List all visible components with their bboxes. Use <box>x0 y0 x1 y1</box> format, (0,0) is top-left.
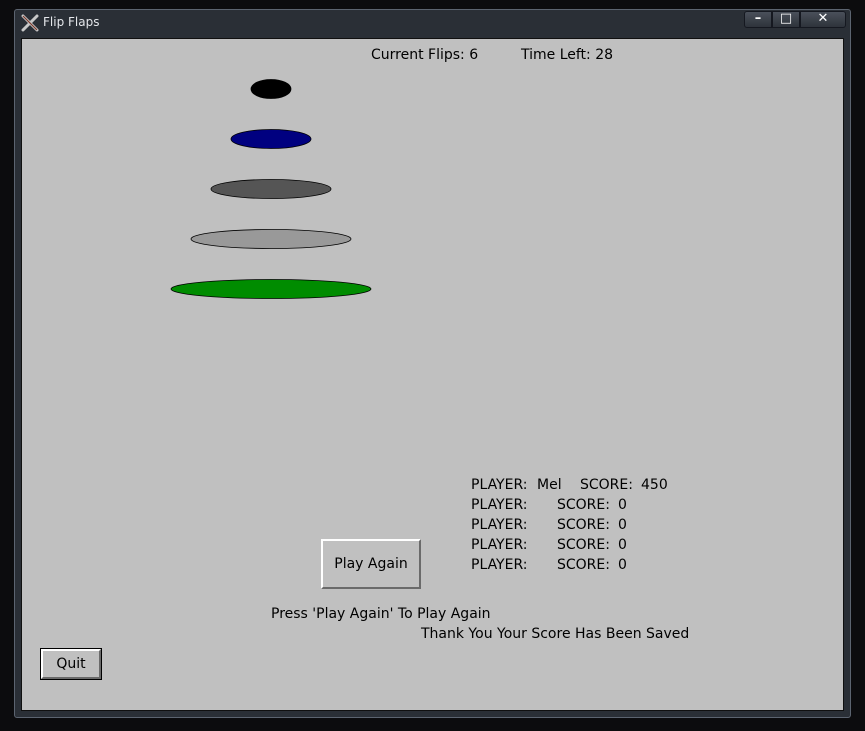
player-name: Mel <box>537 477 562 493</box>
minimize-button[interactable]: – <box>744 11 772 28</box>
score-value: 0 <box>618 537 627 553</box>
close-button[interactable]: ✕ <box>800 11 846 28</box>
score-label: SCORE: <box>557 497 610 513</box>
player-label: PLAYER: <box>471 537 528 553</box>
score-label: SCORE: <box>557 537 610 553</box>
play-again-prompt: Press 'Play Again' To Play Again <box>271 606 491 622</box>
score-label: SCORE: <box>557 557 610 573</box>
title-bar[interactable]: Flip Flaps – □ ✕ <box>15 10 850 36</box>
disk-4[interactable] <box>190 229 352 249</box>
player-label: PLAYER: <box>471 557 528 573</box>
score-label: SCORE: <box>557 517 610 533</box>
x-app-icon <box>21 14 39 32</box>
player-label: PLAYER: <box>471 497 528 513</box>
game-canvas: Current Flips: 6 Time Left: 28 PLAYER: M… <box>21 38 844 711</box>
disk-3[interactable] <box>210 179 332 199</box>
window-title: Flip Flaps <box>43 15 100 29</box>
quit-button[interactable]: Quit <box>40 648 102 680</box>
maximize-button[interactable]: □ <box>772 11 800 28</box>
player-label: PLAYER: <box>471 517 528 533</box>
game-window: Flip Flaps – □ ✕ Current Flips: 6 Time L… <box>14 9 851 718</box>
score-value: 0 <box>618 497 627 513</box>
disk-1[interactable] <box>250 79 292 99</box>
score-value: 450 <box>641 477 668 493</box>
disk-5[interactable] <box>170 279 372 299</box>
score-saved-message: Thank You Your Score Has Been Saved <box>421 626 690 642</box>
score-value: 0 <box>618 517 627 533</box>
play-again-button[interactable]: Play Again <box>321 539 421 589</box>
disk-stack <box>170 79 372 299</box>
score-label: SCORE: <box>580 477 633 493</box>
disk-2[interactable] <box>230 129 312 149</box>
player-label: PLAYER: <box>471 477 528 493</box>
score-value: 0 <box>618 557 627 573</box>
